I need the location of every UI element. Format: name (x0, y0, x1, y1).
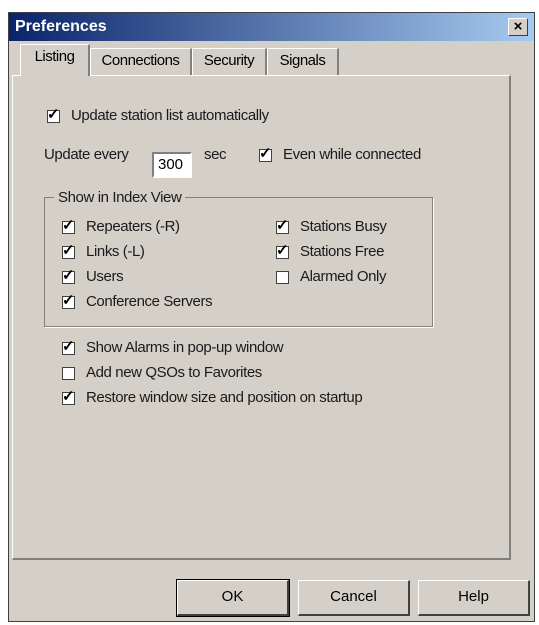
repeaters-checkbox[interactable]: ✓ (62, 217, 75, 234)
stations-busy-checkbox[interactable]: ✓ (276, 217, 289, 234)
tab-listing[interactable]: Listing (20, 44, 90, 76)
check-icon: ✓ (62, 292, 75, 309)
tab-connections-label: Connections (101, 52, 180, 69)
even-connected-label: Even while connected (283, 146, 421, 163)
restore-window-checkbox[interactable]: ✓ (62, 388, 75, 405)
tab-security-label: Security (203, 52, 255, 69)
title-bar[interactable]: Preferences × (9, 13, 534, 41)
auto-update-checkbox[interactable]: ✓ (47, 106, 60, 123)
check-icon: ✓ (276, 242, 289, 259)
check-icon: ✓ (47, 106, 60, 123)
show-alarms-label: Show Alarms in pop-up window (86, 339, 284, 356)
alarmed-only-label: Alarmed Only (300, 268, 387, 285)
check-icon: ✓ (276, 217, 289, 234)
auto-update-label: Update station list automatically (71, 107, 269, 124)
users-checkbox[interactable]: ✓ (62, 267, 75, 284)
check-icon: ✓ (259, 145, 272, 162)
check-icon: ✓ (62, 388, 75, 405)
add-qsos-label: Add new QSOs to Favorites (86, 364, 262, 381)
conference-servers-checkbox[interactable]: ✓ (62, 292, 75, 309)
update-interval-input[interactable]: 300 (152, 152, 192, 178)
ok-button[interactable]: OK (176, 579, 290, 617)
links-checkbox[interactable]: ✓ (62, 242, 75, 259)
stations-free-checkbox[interactable]: ✓ (276, 242, 289, 259)
close-button[interactable]: × (508, 18, 528, 36)
help-button[interactable]: Help (418, 580, 530, 616)
window-title: Preferences (15, 18, 107, 35)
close-icon: × (513, 18, 523, 35)
tab-security[interactable]: Security (192, 48, 267, 75)
restore-window-label: Restore window size and position on star… (86, 389, 363, 406)
tab-listing-label: Listing (34, 48, 75, 65)
check-icon: ✓ (62, 267, 75, 284)
tab-connections[interactable]: Connections (90, 48, 192, 75)
links-label: Links (-L) (86, 243, 145, 260)
cancel-button[interactable]: Cancel (298, 580, 410, 616)
update-every-unit: sec (204, 146, 227, 163)
repeaters-label: Repeaters (-R) (86, 218, 180, 235)
check-icon: ✓ (62, 242, 75, 259)
tab-signals-label: Signals (279, 52, 326, 69)
show-alarms-checkbox[interactable]: ✓ (62, 338, 75, 355)
even-connected-checkbox[interactable]: ✓ (259, 145, 272, 162)
index-view-title: Show in Index View (54, 189, 186, 206)
conference-servers-label: Conference Servers (86, 293, 213, 310)
stations-free-label: Stations Free (300, 243, 385, 260)
alarmed-only-checkbox[interactable] (276, 271, 289, 284)
check-icon: ✓ (62, 338, 75, 355)
users-label: Users (86, 268, 124, 285)
tab-signals[interactable]: Signals (267, 48, 339, 75)
add-qsos-checkbox[interactable] (62, 367, 75, 380)
stations-busy-label: Stations Busy (300, 218, 387, 235)
update-every-label: Update every (44, 146, 129, 163)
check-icon: ✓ (62, 217, 75, 234)
